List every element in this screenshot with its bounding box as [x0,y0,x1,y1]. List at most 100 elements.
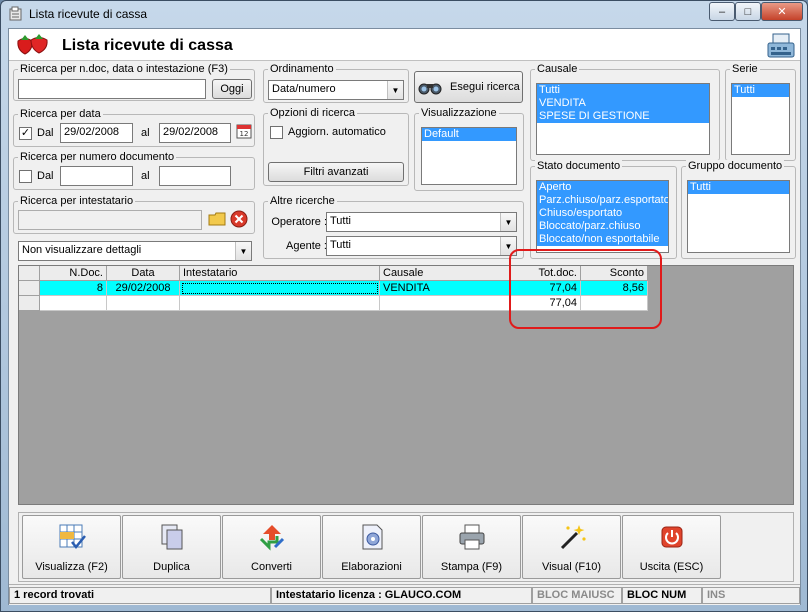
execute-search-label: Esegui ricerca [450,81,520,93]
license-holder: Intestatario licenza : GLAUCO.COM [271,587,532,604]
view-button[interactable]: Visualizza (F2) [22,515,121,579]
list-item[interactable]: Tutti [688,181,789,194]
document-status-label: Stato documento [535,160,623,172]
document-group-group: Gruppo documento Tutti [681,160,796,259]
number-from-label: Dal [37,170,54,182]
chevron-down-icon[interactable]: ▼ [500,213,516,231]
operator-combo[interactable]: Tutti ▼ [326,212,517,232]
causale-listbox[interactable]: Tutti VENDITA SPESE DI GESTIONE [536,83,710,155]
clear-icon[interactable] [230,210,248,228]
today-button[interactable]: Oggi [212,79,252,99]
list-item[interactable]: Bloccato/parz.chiuso [537,220,668,233]
document-status-listbox[interactable]: Aperto Parz.chiuso/parz.esportato Chiuso… [536,180,669,253]
cell-sconto[interactable]: 8,56 [581,281,648,296]
other-searches-group: Altre ricerche Operatore : Tutti ▼ Agent… [263,195,524,259]
cell-data[interactable]: 29/02/2008 [107,281,180,296]
list-item[interactable]: Default [422,128,516,141]
number-from-input[interactable] [60,166,133,186]
causale-label: Causale [535,63,580,75]
action-toolbar: Visualizza (F2) Duplica Converti Elabora… [18,512,794,582]
chevron-down-icon[interactable]: ▼ [500,237,516,255]
record-count: 1 record trovati [9,587,271,604]
strawberry-logo-icon [17,34,48,55]
column-header-totdoc[interactable]: Tot.doc. [511,266,581,281]
list-item[interactable]: Tutti [537,84,709,97]
binoculars-icon [418,83,442,95]
chevron-down-icon[interactable]: ▼ [235,242,251,260]
date-search-checkbox[interactable]: ✓ [19,127,32,140]
minimize-button[interactable]: – [709,2,735,21]
details-combo-value: Non visualizzare dettagli [22,244,142,256]
ordering-combo[interactable]: Data/numero ▼ [268,80,404,100]
execute-search-button[interactable]: Esegui ricerca [414,71,523,103]
duplicate-button-label: Duplica [153,561,190,573]
number-to-label: al [141,170,150,182]
column-header-data[interactable]: Data [107,266,180,281]
calendar-icon[interactable]: 12 [236,123,252,139]
cell-intestatario[interactable] [180,281,380,296]
row-selector [19,296,40,311]
auto-update-label: Aggiorn. automatico [288,126,386,138]
title-bar[interactable]: Lista ricevute di cassa – □ ✕ [1,1,807,28]
number-search-group: Ricerca per numero documento Dal al [13,151,255,190]
print-button[interactable]: Stampa (F9) [422,515,521,579]
auto-update-checkbox[interactable] [270,126,283,139]
total-cell-causale [380,296,511,311]
list-item[interactable]: Aperto [537,181,668,194]
cell-ndoc[interactable]: 8 [40,281,107,296]
chevron-down-icon[interactable]: ▼ [387,81,403,99]
other-searches-label: Altre ricerche [268,195,337,207]
date-search-label: Ricerca per data [18,108,103,120]
ndoc-search-input[interactable] [18,79,206,99]
holder-search-input[interactable] [18,210,202,230]
column-header-intestatario[interactable]: Intestatario [180,266,380,281]
folder-icon[interactable] [208,210,226,228]
list-item[interactable]: Chiuso/esportato [537,207,668,220]
column-header-causale[interactable]: Causale [380,266,511,281]
maximize-button[interactable]: □ [735,2,761,21]
document-group-listbox[interactable]: Tutti [687,180,790,253]
number-search-checkbox[interactable] [19,170,32,183]
list-item[interactable]: VENDITA [537,97,709,110]
convert-button[interactable]: Converti [222,515,321,579]
view-listbox[interactable]: Default [421,127,517,185]
processing-button[interactable]: Elaborazioni [322,515,421,579]
duplicate-button[interactable]: Duplica [122,515,221,579]
close-window-button[interactable]: ✕ [761,2,803,21]
exit-button[interactable]: Uscita (ESC) [622,515,721,579]
cell-totdoc[interactable]: 77,04 [511,281,581,296]
cash-register-icon [767,33,795,58]
processing-button-label: Elaborazioni [341,561,402,573]
column-header-sconto[interactable]: Sconto [581,266,648,281]
list-item[interactable]: Parz.chiuso/parz.esportato [537,194,668,207]
list-item[interactable]: Bloccato/non esportabile [537,233,668,246]
operator-combo-value: Tutti [330,215,351,227]
details-combo[interactable]: Non visualizzare dettagli ▼ [18,241,252,261]
row-selector[interactable] [19,281,40,296]
results-grid[interactable]: N.Doc. Data Intestatario Causale Tot.doc… [18,265,794,505]
view-button-label: Visualizza (F2) [35,561,108,573]
ordering-label: Ordinamento [268,63,336,75]
agent-combo[interactable]: Tutti ▼ [326,236,517,256]
window-title: Lista ricevute di cassa [29,7,148,21]
list-item[interactable]: Tutti [732,84,789,97]
total-cell-sconto [581,296,648,311]
serie-listbox[interactable]: Tutti [731,83,790,155]
total-cell-intestatario [180,296,380,311]
visual-button[interactable]: Visual (F10) [522,515,621,579]
number-to-input[interactable] [159,166,231,186]
column-header-ndoc[interactable]: N.Doc. [40,266,107,281]
date-search-group: Ricerca per data ✓ Dal 29/02/2008 al 29/… [13,108,255,147]
advanced-filters-button[interactable]: Filtri avanzati [268,162,404,182]
cell-causale[interactable]: VENDITA [380,281,511,296]
list-item[interactable]: SPESE DI GESTIONE [537,110,709,123]
ndoc-search-group: Ricerca per n.doc, data o intestazione (… [13,63,255,101]
date-to-label: al [141,127,150,139]
search-options-label: Opzioni di ricerca [268,107,357,119]
date-to-input[interactable]: 29/02/2008 [159,123,231,143]
number-search-label: Ricerca per numero documento [18,151,177,163]
ndoc-search-label: Ricerca per n.doc, data o intestazione (… [18,63,230,75]
date-from-input[interactable]: 29/02/2008 [60,123,133,143]
page-title: Lista ricevute di cassa [62,37,233,54]
grid-corner [19,266,40,281]
